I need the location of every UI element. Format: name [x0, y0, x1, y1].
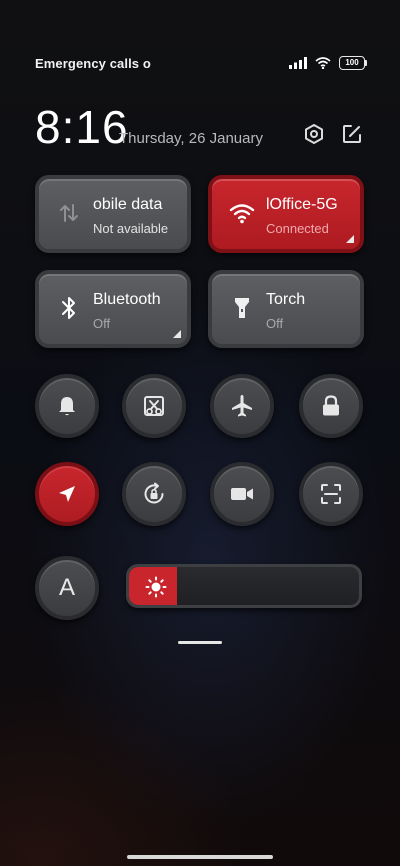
- home-indicator[interactable]: [127, 855, 273, 859]
- screen-recorder-button[interactable]: [210, 462, 274, 526]
- scanner-button[interactable]: [299, 462, 363, 526]
- airplane-mode-button[interactable]: [210, 374, 274, 438]
- wifi-status: Connected: [266, 221, 329, 236]
- bluetooth-title: Bluetooth: [93, 291, 161, 308]
- screenshot-button[interactable]: [122, 374, 186, 438]
- bell-icon: [59, 397, 75, 416]
- torch-title: Torch: [266, 291, 306, 308]
- carrier-status-text: Emergency calls o: [35, 55, 151, 71]
- bluetooth-tile[interactable]: Bluetooth Off: [35, 270, 191, 348]
- auto-brightness-button[interactable]: A: [35, 556, 99, 620]
- torch-status: Off: [266, 316, 284, 331]
- airplane-icon: [232, 395, 252, 417]
- auto-brightness-label: A: [58, 574, 75, 601]
- rotation-lock-button[interactable]: [122, 462, 186, 526]
- wifi-expand-corner[interactable]: [346, 235, 354, 243]
- torch-icon: [228, 294, 256, 322]
- rotation-lock-icon: [144, 482, 164, 504]
- wifi-network-name: lOffice-5G: [266, 196, 338, 213]
- wifi-icon: [228, 199, 256, 227]
- scissors-screenshot-icon: [144, 396, 164, 416]
- lock-icon: [323, 395, 339, 416]
- clock-row: 8:16 Thursday, 26 January: [35, 100, 365, 156]
- location-arrow-icon: [59, 486, 75, 502]
- sun-icon: [145, 576, 167, 598]
- silent-mode-button[interactable]: [35, 374, 99, 438]
- battery-icon: 100: [339, 56, 367, 70]
- mobile-data-tile[interactable]: obile data Not available: [35, 175, 191, 253]
- panel-drag-handle[interactable]: [178, 641, 222, 644]
- mobile-data-status: Not available: [93, 221, 169, 236]
- edit-icon[interactable]: [340, 122, 364, 146]
- video-camera-icon: [231, 488, 253, 500]
- lock-screen-button[interactable]: [299, 374, 363, 438]
- battery-level: 100: [345, 58, 359, 67]
- clock-date: Thursday, 26 January: [119, 130, 263, 147]
- bluetooth-icon: [55, 294, 83, 322]
- torch-tile[interactable]: Torch Off: [208, 270, 364, 348]
- brightness-slider[interactable]: [126, 564, 362, 608]
- scan-frame-icon: [321, 484, 341, 504]
- status-bar: Emergency calls o 100: [35, 52, 367, 74]
- wifi-status-icon: [315, 57, 331, 69]
- mobile-data-icon: [55, 199, 83, 227]
- signal-icon: [289, 57, 307, 69]
- wifi-tile[interactable]: lOffice-5G Connected: [208, 175, 364, 253]
- mobile-data-title: obile data: [93, 196, 163, 213]
- clock-time: 8:16: [35, 101, 129, 153]
- bluetooth-expand-corner[interactable]: [173, 330, 181, 338]
- settings-icon[interactable]: [302, 122, 326, 146]
- status-icons: 100: [289, 56, 367, 70]
- bluetooth-status: Off: [93, 316, 111, 331]
- location-button[interactable]: [35, 462, 99, 526]
